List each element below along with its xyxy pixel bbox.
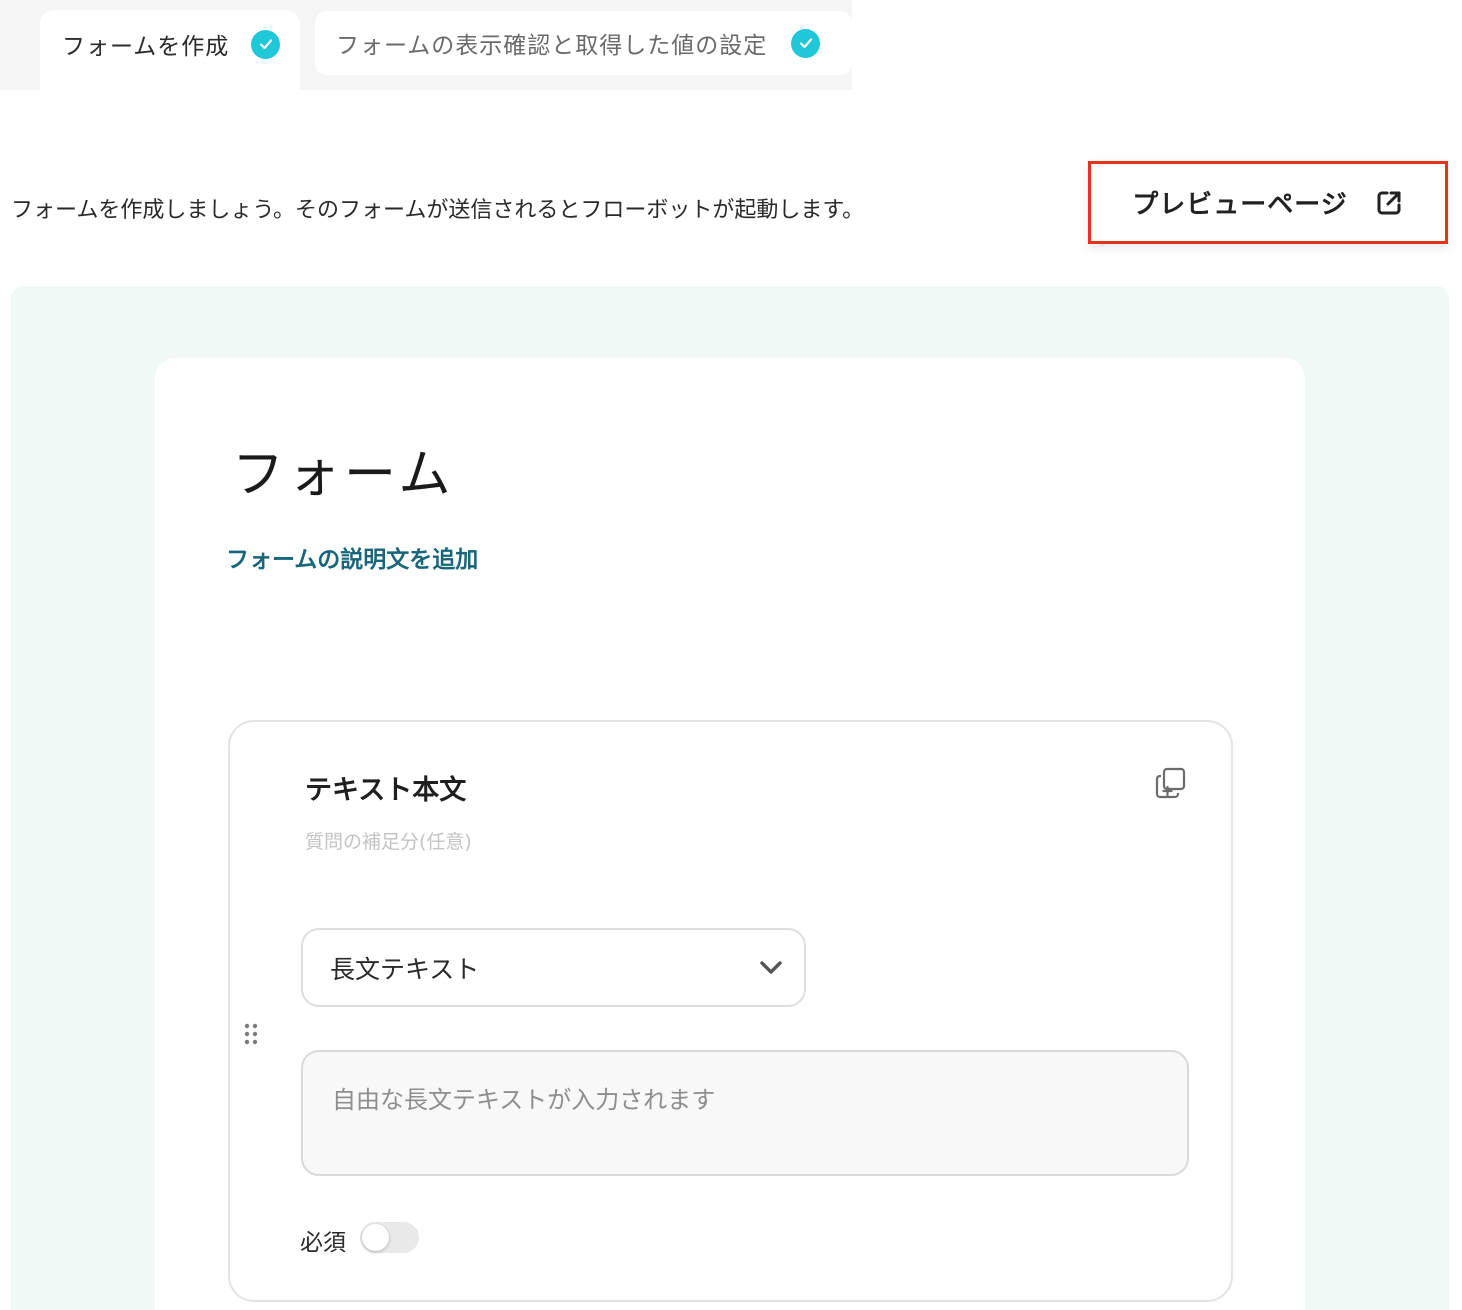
- required-label: 必須: [300, 1230, 346, 1256]
- tab-label: フォームの表示確認と取得した値の設定: [336, 33, 768, 59]
- check-circle-icon: [251, 29, 281, 59]
- chevron-down-icon: [760, 961, 782, 974]
- intro-text: フォームを作成しましょう。そのフォームが送信されるとフローボットが起動します。: [11, 198, 865, 223]
- question-card: [228, 720, 1233, 1302]
- toggle-knob: [362, 1224, 389, 1251]
- question-type-select[interactable]: 長文テキスト: [301, 928, 806, 1007]
- check-circle-icon: [791, 28, 821, 58]
- tab-label: フォームを作成: [62, 34, 230, 60]
- question-type-value: 長文テキスト: [330, 954, 480, 984]
- tab-create-form[interactable]: フォームを作成: [40, 10, 300, 90]
- add-description-link[interactable]: フォームの説明文を追加: [226, 540, 478, 574]
- form-builder-page: フォームを作成 フォームの表示確認と取得した値の設定 フォームを作成しましょう。…: [0, 0, 1462, 1310]
- tab-display-and-values[interactable]: フォームの表示確認と取得した値の設定: [315, 11, 852, 75]
- duplicate-icon[interactable]: [1154, 766, 1188, 800]
- question-title[interactable]: テキスト本文: [305, 768, 466, 807]
- external-link-icon: [1377, 191, 1401, 214]
- drag-handle-icon[interactable]: [243, 1022, 259, 1046]
- required-toggle[interactable]: [360, 1222, 419, 1253]
- preview-page-button[interactable]: プレビューページ: [1088, 161, 1448, 244]
- preview-button-label: プレビューページ: [1132, 190, 1348, 220]
- question-subtitle-input[interactable]: 質問の補足分(任意): [305, 827, 472, 854]
- answer-preview-textarea[interactable]: 自由な長文テキストが入力されます: [301, 1050, 1189, 1176]
- form-title[interactable]: フォーム: [232, 432, 454, 507]
- step-tabs: フォームを作成 フォームの表示確認と取得した値の設定: [0, 0, 852, 90]
